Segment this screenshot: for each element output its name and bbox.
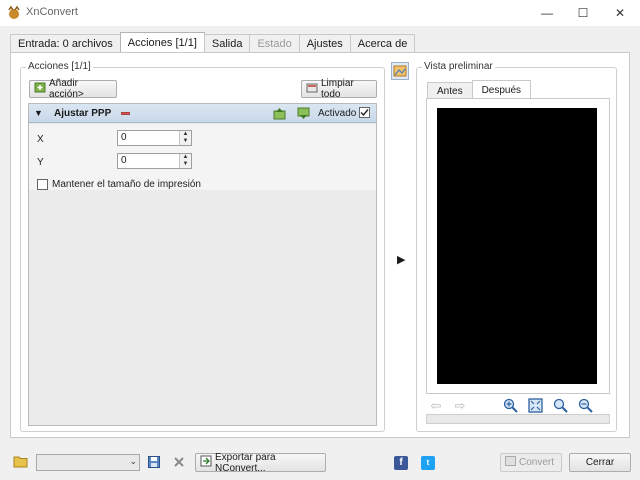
- enabled-label: Activado: [318, 108, 357, 119]
- preset-combobox[interactable]: ⌄: [36, 454, 140, 471]
- action-header[interactable]: ▼ Ajustar PPP Activado: [29, 104, 376, 123]
- close-label: Cerrar: [585, 457, 615, 468]
- facebook-icon[interactable]: f: [394, 456, 408, 470]
- window-title: XnConvert: [26, 6, 78, 18]
- y-spin-arrows-icon[interactable]: ▲ ▼: [179, 154, 191, 168]
- action-title: Ajustar PPP: [54, 108, 112, 119]
- main-tabs: Entrada: 0 archivos Acciones [1/1] Salid…: [10, 32, 416, 53]
- preview-image: [437, 108, 597, 384]
- enabled-checkbox[interactable]: [359, 107, 370, 118]
- convert-button: Convert: [500, 453, 562, 472]
- x-label: X: [37, 134, 44, 145]
- tab-acciones[interactable]: Acciones [1/1]: [119, 32, 205, 53]
- move-down-icon[interactable]: [297, 107, 310, 120]
- clear-all-icon: [306, 82, 318, 96]
- tab-entrada[interactable]: Entrada: 0 archivos: [10, 34, 121, 53]
- y-label: Y: [37, 157, 44, 168]
- x-spinbox[interactable]: 0 ▲ ▼: [117, 130, 192, 146]
- tab-estado: Estado: [249, 34, 300, 53]
- preview-scrollbar[interactable]: [426, 414, 610, 424]
- y-value: 0: [121, 155, 127, 166]
- export-label: Exportar para NConvert...: [215, 451, 276, 474]
- preview-group-title: Vista preliminar: [422, 61, 495, 72]
- add-action-button[interactable]: Añadir acción>: [29, 78, 117, 100]
- title-bar: XnConvert — ☐ ✕: [0, 0, 640, 26]
- collapse-arrow-icon[interactable]: ▼: [34, 108, 43, 118]
- chevron-down-icon[interactable]: ⌄: [129, 456, 137, 467]
- next-arrow-icon[interactable]: ⇨: [452, 399, 468, 413]
- convert-icon: [505, 456, 516, 469]
- expand-arrow-icon[interactable]: ▶: [397, 253, 405, 266]
- x-spin-arrows-icon[interactable]: ▲ ▼: [179, 131, 191, 145]
- zoom-out-icon[interactable]: [578, 398, 593, 413]
- previous-arrow-icon[interactable]: ⇦: [428, 399, 444, 413]
- keep-print-size-label: Mantener el tamaño de impresión: [52, 179, 201, 190]
- export-icon: [200, 455, 212, 470]
- tab-salida[interactable]: Salida: [203, 34, 251, 53]
- xnconvert-logo-icon: [8, 5, 20, 19]
- clear-all-label: Limpiar todo: [321, 78, 354, 100]
- export-nconvert-button[interactable]: Exportar para NConvert...: [195, 451, 326, 474]
- remove-action-icon[interactable]: [121, 112, 130, 115]
- preview-toggle-icon[interactable]: [391, 62, 409, 80]
- keep-print-size-checkbox[interactable]: [37, 179, 48, 190]
- add-action-label: Añadir acción>: [49, 78, 84, 100]
- x-value: 0: [121, 132, 127, 143]
- minimize-button[interactable]: —: [527, 0, 567, 26]
- action-settings: X 0 ▲ ▼ Y 0 ▲ ▼ Mantener el tamaño de impr…: [29, 124, 376, 190]
- preview-tabs: Antes Después: [427, 80, 532, 99]
- add-action-icon: [34, 82, 46, 96]
- twitter-icon[interactable]: t: [421, 456, 435, 470]
- move-up-icon[interactable]: [273, 107, 286, 120]
- fit-to-window-icon[interactable]: [528, 398, 543, 413]
- zoom-in-icon[interactable]: [503, 398, 518, 413]
- close-button[interactable]: Cerrar: [569, 453, 631, 472]
- save-icon[interactable]: [148, 456, 160, 468]
- tab-acerca-de[interactable]: Acerca de: [349, 34, 416, 53]
- tab-despues[interactable]: Después: [471, 80, 532, 99]
- close-window-button[interactable]: ✕: [600, 0, 640, 26]
- tab-antes[interactable]: Antes: [427, 82, 473, 99]
- convert-label: Convert: [519, 457, 555, 468]
- actions-group-title: Acciones [1/1]: [26, 61, 93, 72]
- delete-icon[interactable]: [173, 456, 185, 468]
- tab-ajustes[interactable]: Ajustes: [298, 34, 351, 53]
- action-list: ▼ Ajustar PPP Activado X 0 ▲ ▼ Y 0 ▲ ▼ Man…: [28, 103, 377, 426]
- clear-all-button[interactable]: Limpiar todo: [301, 78, 377, 100]
- checkmark-icon: [360, 109, 369, 117]
- maximize-button[interactable]: ☐: [563, 0, 603, 26]
- zoom-actual-icon[interactable]: [553, 398, 568, 413]
- open-folder-icon[interactable]: [13, 455, 28, 468]
- y-spinbox[interactable]: 0 ▲ ▼: [117, 153, 192, 169]
